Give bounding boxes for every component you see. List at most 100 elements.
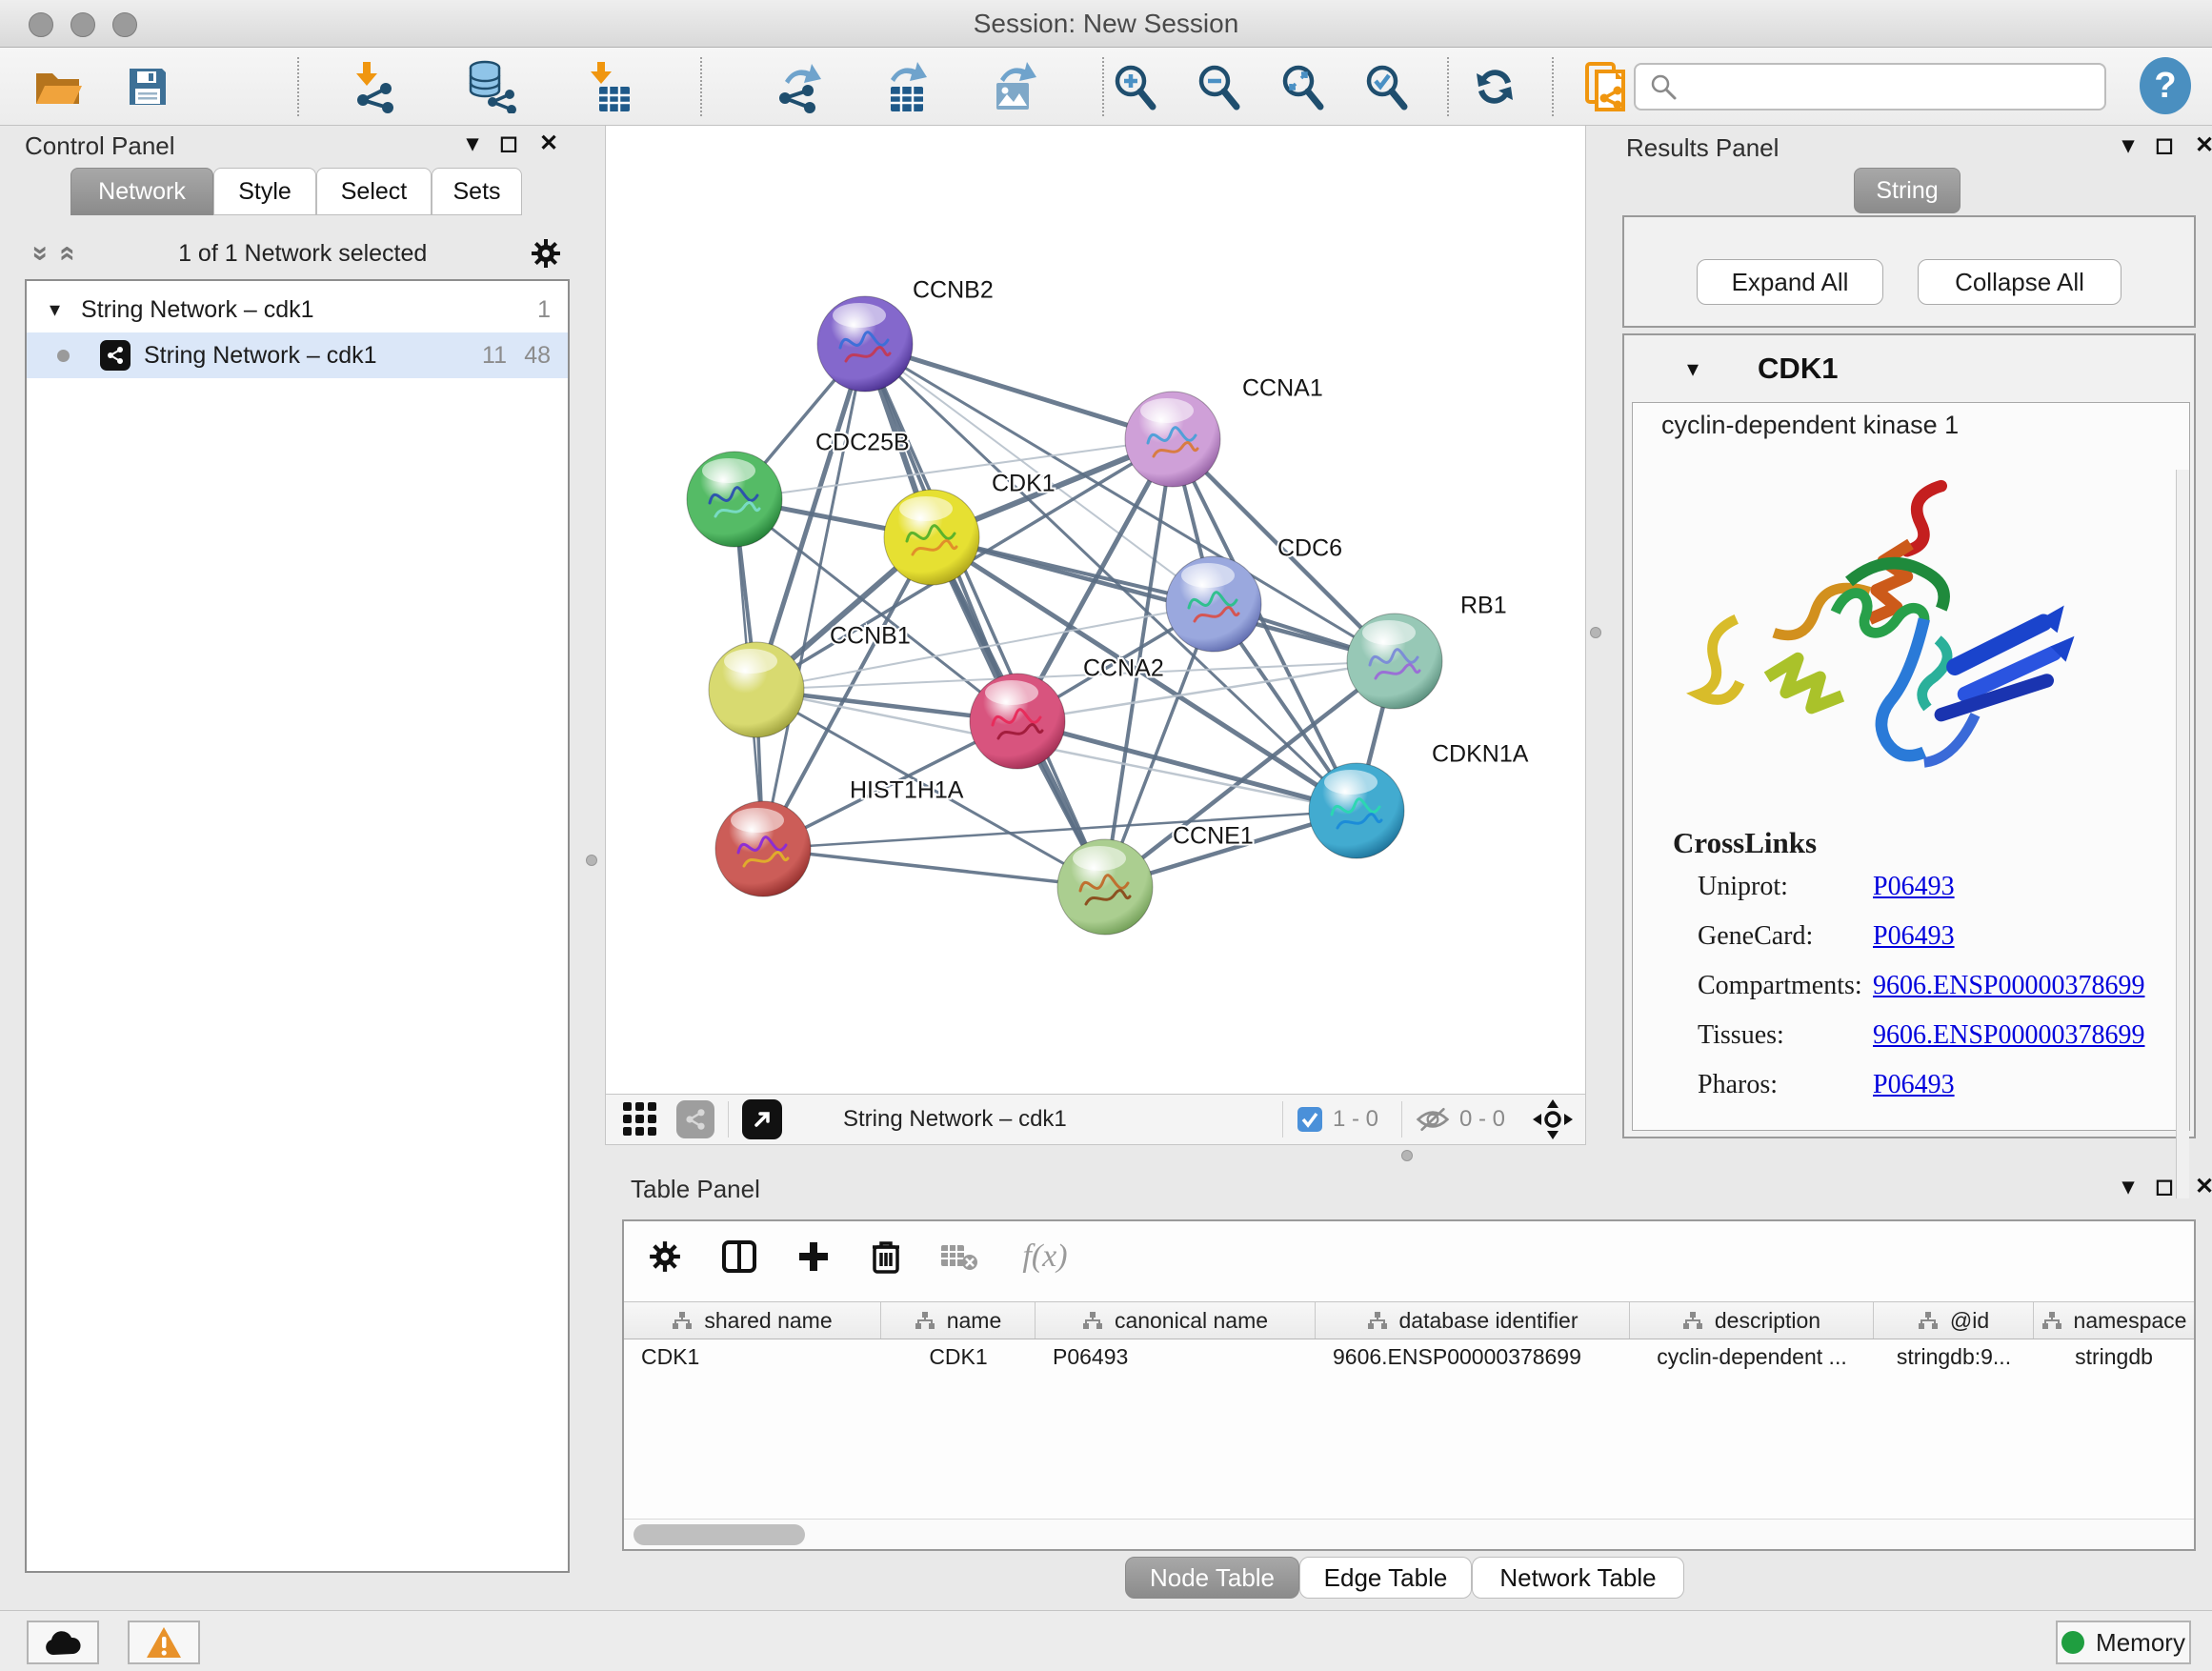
gene-collapse-icon[interactable]: ▾ [1687,355,1699,383]
network-edge[interactable] [763,811,1357,849]
network-options-gear-icon[interactable] [530,237,562,270]
tab-edge-table[interactable]: Edge Table [1299,1557,1472,1599]
panel-float-icon[interactable]: ◻ [2155,131,2174,159]
grid-view-icon[interactable] [621,1100,659,1138]
scrollbar-thumb[interactable] [633,1524,805,1545]
column-header-id[interactable]: @id [1874,1302,2034,1339]
export-table-button[interactable] [878,59,934,114]
delete-table-button[interactable] [935,1233,982,1280]
collapse-all-button[interactable]: Collapse All [1918,259,2122,305]
bottom-splitter-handle[interactable] [1401,1150,1413,1161]
export-image-button[interactable] [986,59,1041,114]
network-node-cdkn1a[interactable] [1309,763,1404,858]
create-column-button[interactable] [790,1233,837,1280]
cell-shared-name[interactable]: CDK1 [624,1344,881,1370]
zoom-in-button[interactable] [1110,59,1159,114]
column-header-name[interactable]: name [881,1302,1036,1339]
network-node-ccna1[interactable] [1125,392,1220,487]
detach-view-icon[interactable] [742,1099,782,1139]
expand-all-networks-icon[interactable]: « [51,246,84,262]
zoom-selected-button[interactable] [1361,59,1411,114]
window-close-button[interactable] [29,12,53,37]
network-edge[interactable] [865,344,1105,887]
column-header-description[interactable]: description [1630,1302,1874,1339]
tab-string[interactable]: String [1854,168,1961,213]
network-view-canvas[interactable]: CCNB2CCNA1CDC25BCDK1CDC6RB1CCNB1CCNA2CDK… [605,126,1586,1094]
genecard-link[interactable]: P06493 [1873,921,1955,952]
cell-name[interactable]: CDK1 [881,1344,1036,1370]
network-node-ccnb2[interactable] [817,296,913,392]
delete-column-button[interactable] [862,1233,910,1280]
cell-namespace[interactable]: stringdb [2034,1344,2194,1370]
clone-network-button[interactable] [1579,59,1635,114]
panel-menu-icon[interactable]: ▾ [467,130,478,157]
table-horizontal-scrollbar[interactable] [624,1519,2194,1549]
tab-sets[interactable]: Sets [432,168,522,215]
network-node-cdc6[interactable] [1166,556,1261,652]
column-header-database-identifier[interactable]: database identifier [1316,1302,1630,1339]
network-edge[interactable] [865,344,1173,439]
panel-menu-icon[interactable]: ▾ [2122,1173,2134,1200]
import-network-database-button[interactable] [463,59,518,114]
window-minimize-button[interactable] [70,12,95,37]
export-network-button[interactable] [771,59,826,114]
tab-network[interactable]: Network [70,168,213,215]
results-vertical-scrollbar[interactable] [2176,470,2189,1198]
cell-description[interactable]: cyclin-dependent ... [1630,1344,1874,1370]
tab-style[interactable]: Style [213,168,316,215]
memory-button[interactable]: Memory [2056,1621,2191,1664]
tab-select[interactable]: Select [316,168,432,215]
open-session-button[interactable] [30,59,86,114]
selected-checkbox-icon[interactable] [1297,1106,1323,1133]
cloud-status-button[interactable] [27,1621,99,1664]
column-header-shared-name[interactable]: shared name [624,1302,881,1339]
cell-id[interactable]: stringdb:9... [1874,1344,2034,1370]
panel-menu-icon[interactable]: ▾ [2122,131,2134,159]
show-columns-button[interactable] [715,1233,763,1280]
collection-expand-icon[interactable]: ▾ [50,297,60,322]
search-input[interactable] [1687,73,2104,100]
save-session-button[interactable] [120,59,175,114]
network-thumbnail-icon[interactable] [676,1100,714,1138]
import-network-file-button[interactable] [347,59,402,114]
panel-float-icon[interactable]: ◻ [2155,1173,2174,1200]
help-button[interactable]: ? [2140,57,2191,114]
uniprot-link[interactable]: P06493 [1873,872,1955,902]
zoom-out-button[interactable] [1194,59,1243,114]
window-zoom-button[interactable] [112,12,137,37]
panel-close-icon[interactable]: ✕ [539,130,558,157]
cell-canonical-name[interactable]: P06493 [1036,1344,1316,1370]
tab-network-table[interactable]: Network Table [1472,1557,1684,1599]
panel-close-icon[interactable]: ✕ [2195,131,2212,159]
hidden-eye-slash-icon[interactable] [1416,1105,1450,1134]
string-network-graph[interactable]: CCNB2CCNA1CDC25BCDK1CDC6RB1CCNB1CCNA2CDK… [606,126,1587,1094]
zoom-fit-button[interactable] [1277,59,1327,114]
network-node-hist1h1a[interactable] [715,801,811,896]
network-node-cdk1[interactable] [884,490,979,585]
network-node-ccne1[interactable] [1057,839,1153,935]
warnings-button[interactable] [128,1621,200,1664]
network-edge[interactable] [763,344,865,849]
right-splitter-handle[interactable] [1590,627,1601,638]
column-header-canonical-name[interactable]: canonical name [1036,1302,1316,1339]
network-node-rb1[interactable] [1347,614,1442,709]
network-row-selected[interactable]: String Network – cdk1 11 48 [27,332,568,378]
gene-section-header[interactable]: ▾ CDK1 [1624,335,2194,402]
left-splitter-handle[interactable] [586,855,597,866]
column-header-namespace[interactable]: namespace [2034,1302,2194,1339]
tab-node-table[interactable]: Node Table [1125,1557,1299,1599]
birdseye-view-icon[interactable] [1532,1098,1574,1140]
table-options-button[interactable] [641,1233,689,1280]
compartments-link[interactable]: 9606.ENSP00000378699 [1873,971,2144,1001]
network-node-ccna2[interactable] [970,674,1065,769]
import-table-button[interactable] [581,59,636,114]
apply-layout-button[interactable] [1467,59,1522,114]
network-node-cdc25b[interactable] [687,452,782,547]
cell-database-identifier[interactable]: 9606.ENSP00000378699 [1316,1344,1630,1370]
expand-all-button[interactable]: Expand All [1697,259,1883,305]
collapse-all-networks-icon[interactable]: « [22,246,54,262]
network-node-ccnb1[interactable] [709,642,804,737]
pharos-link[interactable]: P06493 [1873,1070,1955,1100]
network-collection-row[interactable]: ▾ String Network – cdk1 1 [27,287,568,332]
tissues-link[interactable]: 9606.ENSP00000378699 [1873,1020,2144,1051]
